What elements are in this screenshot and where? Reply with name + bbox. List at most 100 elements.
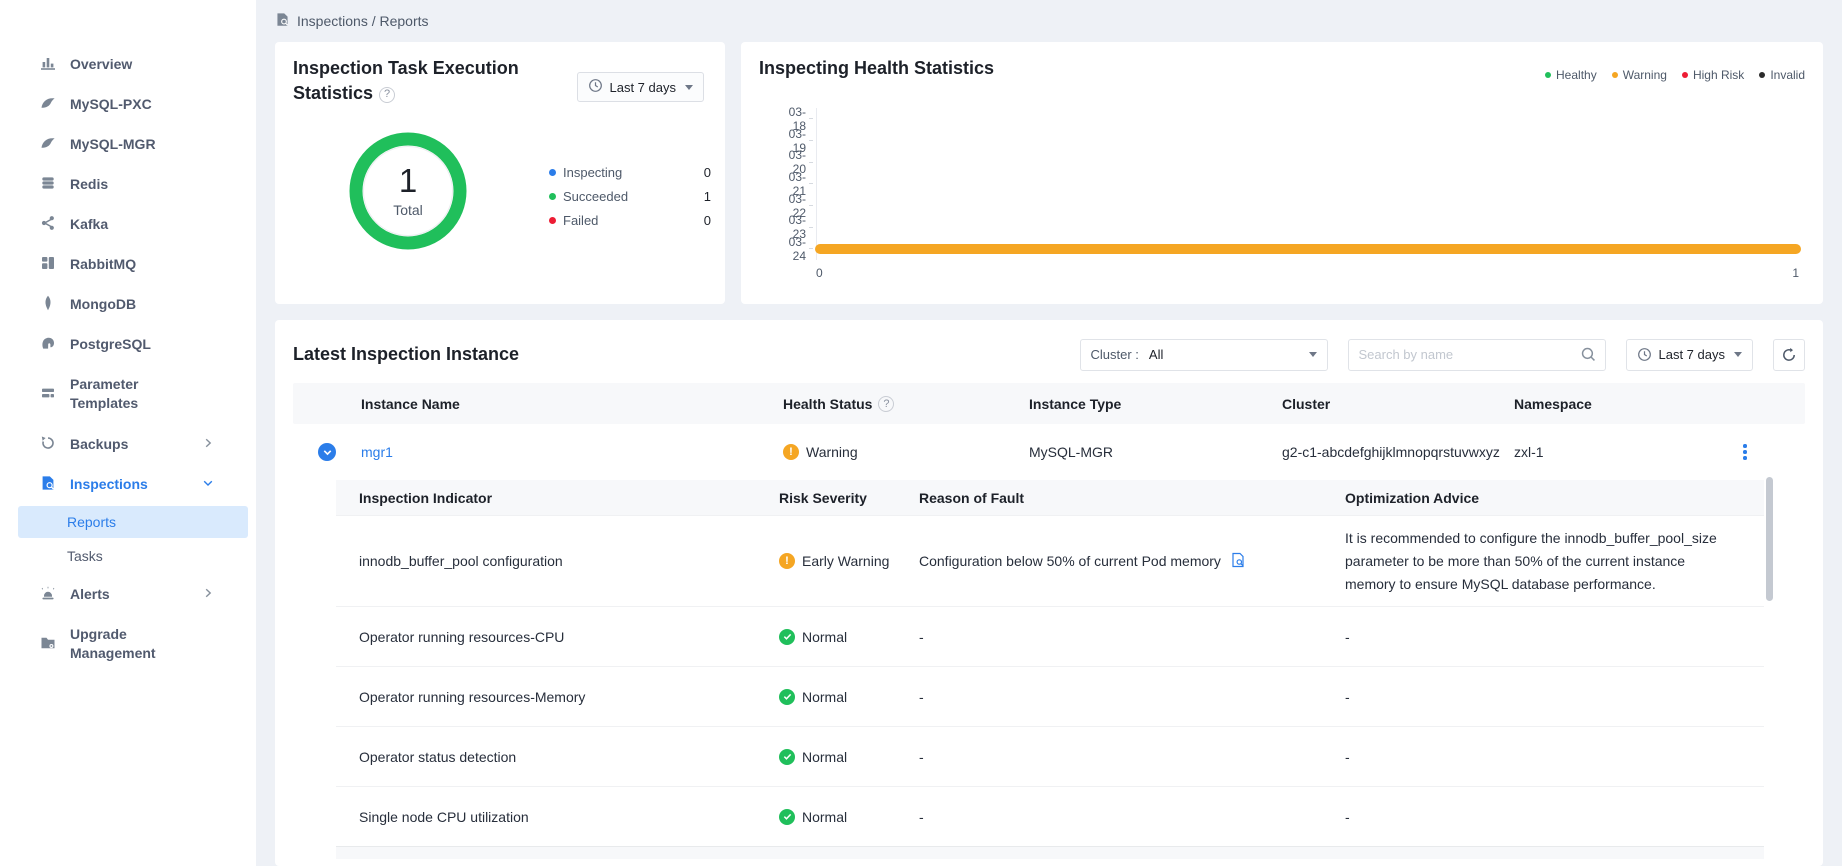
legend-label: Failed: [563, 213, 598, 228]
backup-restore-icon: [40, 435, 56, 454]
warning-icon: !: [779, 553, 795, 569]
warning-icon: !: [783, 444, 799, 460]
sidebar-item-overview[interactable]: Overview: [0, 44, 256, 84]
col-reason-of-fault: Reason of Fault: [919, 490, 1345, 506]
sidebar-item-label: MySQL-PXC: [70, 95, 188, 114]
reason-cell: -: [919, 689, 1345, 705]
legend-dot: [1682, 72, 1688, 78]
alarm-icon: [40, 585, 56, 604]
legend-dot: [549, 169, 556, 176]
col-instance-type: Instance Type: [1029, 396, 1282, 412]
sidebar-item-upgrade-management[interactable]: Upgrade Management: [0, 614, 256, 674]
refresh-button[interactable]: [1773, 339, 1805, 371]
sidebar-item-rabbitmq[interactable]: RabbitMQ: [0, 244, 256, 284]
x-tick-label: 1: [1792, 266, 1799, 280]
x-tick-label: 0: [816, 266, 823, 280]
legend-dot: [1612, 72, 1618, 78]
parameters-icon: [40, 385, 56, 404]
instance-name-link[interactable]: mgr1: [361, 444, 783, 460]
legend-value: 0: [704, 213, 711, 228]
legend-item: Succeeded 1: [549, 184, 711, 208]
sidebar-item-label: MySQL-MGR: [70, 135, 188, 154]
col-health-status: Health Status?: [783, 396, 1029, 412]
sidebar-item-postgresql[interactable]: PostgreSQL: [0, 324, 256, 364]
legend-value: 0: [704, 165, 711, 180]
sidebar-item-parameter-templates[interactable]: Parameter Templates: [0, 364, 256, 424]
advice-cell: -: [1345, 809, 1764, 825]
caret-down-icon: [1309, 352, 1317, 357]
detail-row: Operator running resources-CPU Normal - …: [336, 606, 1764, 666]
indicator-cell: Single node CPU utilization: [359, 809, 779, 825]
sidebar-item-reports[interactable]: Reports: [18, 506, 248, 538]
bar-chart-icon: [40, 55, 56, 74]
sidebar-item-label: Kafka: [70, 215, 188, 234]
collapse-row-button[interactable]: [318, 443, 336, 461]
view-report-icon[interactable]: [1230, 552, 1246, 571]
detail-table-header: Inspection Indicator Risk Severity Reaso…: [336, 480, 1764, 515]
task-stats-range-select[interactable]: Last 7 days: [577, 72, 705, 102]
advice-cell: -: [1345, 749, 1764, 765]
legend-item: Invalid: [1759, 68, 1805, 82]
detail-row: Operator status detection Normal - -: [336, 726, 1764, 786]
indicator-cell: innodb_buffer_pool configuration: [359, 553, 779, 569]
severity-badge: Normal: [779, 629, 919, 645]
legend-dot: [1759, 72, 1765, 78]
severity-badge: ! Early Warning: [779, 553, 919, 569]
row-actions-menu[interactable]: [1743, 444, 1747, 460]
health-bar-03-24[interactable]: [815, 244, 1801, 254]
sidebar-item-backups[interactable]: Backups: [0, 424, 256, 464]
caret-down-icon: [685, 85, 693, 90]
advice-cell: -: [1345, 629, 1764, 645]
col-namespace: Namespace: [1514, 396, 1685, 412]
legend-label: Succeeded: [563, 189, 628, 204]
sidebar: Overview MySQL-PXC MySQL-MGR Redis Kafka…: [0, 0, 256, 866]
search-icon[interactable]: [1580, 346, 1597, 368]
folder-gear-icon: [40, 635, 56, 654]
sidebar-item-label: Redis: [70, 175, 188, 194]
sidebar-item-alerts[interactable]: Alerts: [0, 574, 256, 614]
col-inspection-indicator: Inspection Indicator: [359, 490, 779, 506]
check-icon: [779, 689, 795, 705]
legend-dot: [1545, 72, 1551, 78]
instance-table-header: Instance Name Health Status? Instance Ty…: [293, 383, 1805, 424]
sidebar-item-kafka[interactable]: Kafka: [0, 204, 256, 244]
layers-icon: [40, 175, 56, 194]
health-stats-title: Inspecting Health Statistics: [759, 56, 994, 81]
task-total-donut: 1 Total: [349, 132, 467, 250]
legend-item: Inspecting 0: [549, 160, 711, 184]
sidebar-item-inspections[interactable]: Inspections: [0, 464, 256, 504]
sidebar-item-label: Overview: [70, 55, 188, 74]
reason-cell: -: [919, 629, 1345, 645]
search-input[interactable]: [1348, 339, 1606, 371]
cluster-filter-select[interactable]: Cluster : All: [1080, 339, 1328, 371]
clock-icon: [1637, 347, 1652, 362]
col-risk-severity: Risk Severity: [779, 490, 919, 506]
chevron-right-icon: [202, 586, 214, 602]
sidebar-item-redis[interactable]: Redis: [0, 164, 256, 204]
help-icon[interactable]: ?: [379, 87, 395, 103]
inspection-detail-table: Inspection Indicator Risk Severity Reaso…: [336, 480, 1764, 859]
health-bar-chart: 03-18 03-19 03-20 03-21 03-22 03-23 03-2…: [776, 108, 1799, 294]
caret-down-icon: [1734, 352, 1742, 357]
legend-item: Failed 0: [549, 208, 711, 232]
sidebar-item-label: RabbitMQ: [70, 255, 188, 274]
check-icon: [779, 749, 795, 765]
namespace-cell: zxl-1: [1514, 444, 1685, 460]
sidebar-item-mongodb[interactable]: MongoDB: [0, 284, 256, 324]
sidebar-item-tasks[interactable]: Tasks: [18, 540, 248, 572]
col-cluster: Cluster: [1282, 396, 1514, 412]
col-instance-name: Instance Name: [361, 396, 783, 412]
cluster-cell: g2-c1-abcdefghijklmnopqrstuvwxyz: [1282, 444, 1514, 460]
legend-item: Warning: [1612, 68, 1667, 82]
indicator-cell: Operator running resources-Memory: [359, 689, 779, 705]
latest-range-select[interactable]: Last 7 days: [1626, 339, 1754, 371]
reason-cell: -: [919, 809, 1345, 825]
reason-cell: -: [919, 749, 1345, 765]
help-icon[interactable]: ?: [878, 396, 894, 412]
x-axis-labels: 0 1: [816, 266, 1799, 280]
sidebar-item-mysql-pxc[interactable]: MySQL-PXC: [0, 84, 256, 124]
health-stats-card: Inspecting Health Statistics Healthy War…: [741, 42, 1823, 304]
sidebar-item-mysql-mgr[interactable]: MySQL-MGR: [0, 124, 256, 164]
sidebar-item-label: Upgrade Management: [70, 625, 188, 663]
scrollbar-thumb[interactable]: [1766, 477, 1773, 601]
